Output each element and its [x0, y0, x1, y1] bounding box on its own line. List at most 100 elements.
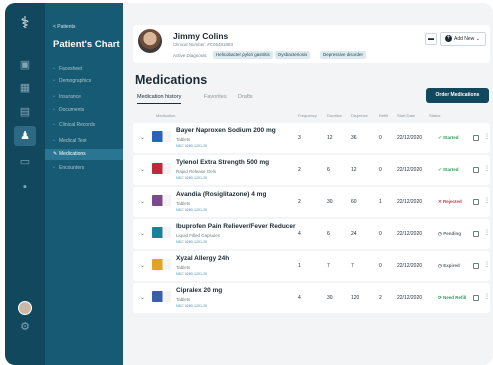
refill-cell: 2	[379, 295, 382, 301]
user-avatar[interactable]	[18, 301, 32, 315]
sidebar-item-insurance[interactable]: ▫ Insurance	[45, 92, 123, 103]
status-label: Expired	[443, 263, 460, 268]
main-content: Jimmy Colins Clinical Number: #C05481883…	[123, 3, 493, 365]
comment-icon[interactable]	[473, 263, 479, 269]
medication-ndc-code[interactable]: NDC 0280-1201-20	[176, 176, 207, 180]
medication-ndc-code[interactable]: NDC 0280-1201-20	[176, 272, 207, 276]
status-icon: ✕	[438, 199, 442, 204]
sidebar-item-demographics[interactable]: ▫ Demographics	[45, 76, 123, 87]
comment-icon[interactable]	[473, 231, 479, 237]
sidebar-item-encounters[interactable]: ▫ Encounters	[45, 163, 123, 174]
medication-name: Tylenol Extra Strength 500 mg	[176, 159, 270, 166]
chevron-down-icon[interactable]: ⌄	[140, 166, 145, 173]
frequency-cell: 4	[298, 231, 301, 237]
status-label: Rejected	[443, 199, 462, 204]
sidebar-item-medications[interactable]: ✎ Medications	[45, 149, 123, 160]
medication-package-image	[152, 163, 171, 174]
duration-cell: 12	[327, 135, 333, 141]
tab-favorites[interactable]: Favorites	[204, 94, 227, 100]
demographics-icon: ▫	[53, 78, 55, 84]
sidebar-item-label: Clinical Records	[59, 122, 96, 128]
comment-icon[interactable]	[473, 199, 479, 205]
rail-files-icon[interactable]: ▪	[17, 179, 33, 195]
dispense-cell: 24	[351, 231, 357, 237]
chat-button[interactable]: ▬	[425, 33, 437, 45]
status-badge: ◷ Expired	[438, 263, 460, 269]
column-header-dispense: Dispense	[351, 113, 368, 118]
medication-name: Ibuprofen Pain Reliever/Fever Reducer	[176, 223, 296, 230]
frequency-cell: 2	[298, 199, 301, 205]
rail-chat-icon[interactable]: ▭	[17, 154, 33, 170]
chevron-down-icon[interactable]: ⌄	[140, 294, 145, 301]
sidebar-item-documents[interactable]: ▫ Documents	[45, 105, 123, 116]
frequency-cell: 4	[298, 295, 301, 301]
table-row[interactable]: ⌄ Xyzal Allergy 24h Tablets NDC 0280-1201-2…	[133, 251, 490, 281]
status-badge: ⟳ Need Refill	[438, 295, 466, 301]
status-badge: ◷ Pending	[438, 231, 461, 237]
column-header-medication: Medication	[156, 113, 176, 118]
chevron-down-icon[interactable]: ⌄	[140, 198, 145, 205]
medication-ndc-code[interactable]: NDC 0280-1201-20	[176, 240, 207, 244]
rail-grid-icon[interactable]: ▦	[17, 80, 33, 96]
add-new-button[interactable]: + Add New ⌄	[440, 32, 486, 46]
back-to-patients-link[interactable]: < Patients	[53, 24, 75, 30]
chevron-down-icon[interactable]: ⌄	[140, 134, 145, 141]
chevron-down-icon[interactable]: ⌄	[140, 230, 145, 237]
rail-dashboard-icon[interactable]: ▣	[17, 57, 33, 73]
medication-ndc-code[interactable]: NDC 0280-1201-20	[176, 208, 207, 212]
dispense-cell: 36	[351, 135, 357, 141]
more-options-icon[interactable]: ⋮	[484, 133, 490, 140]
refill-cell: 0	[379, 231, 382, 237]
tab-drafts[interactable]: Drafts	[238, 94, 253, 100]
sidebar-item-medical-test[interactable]: ▫ Medical Test	[45, 136, 123, 147]
medication-ndc-code[interactable]: NDC 0280-1201-20	[176, 304, 207, 308]
sidebar-item-facesheet[interactable]: ▫ Facesheet	[45, 64, 123, 75]
status-badge: ✓ Started	[438, 135, 459, 141]
table-row[interactable]: ⌄ Avandia (Rosiglitazone) 4 mg Tablets NDC …	[133, 187, 490, 217]
rail-calendar-icon[interactable]: ▤	[17, 104, 33, 120]
caduceus-logo-icon: ⚕	[20, 15, 30, 32]
chevron-down-icon: ⌄	[475, 36, 480, 42]
more-options-icon[interactable]: ⋮	[484, 229, 490, 236]
frequency-cell: 2	[298, 167, 301, 173]
column-header-refill: Refill	[379, 113, 388, 118]
medication-name: Cipralex 20 mg	[176, 287, 223, 294]
order-medications-button[interactable]: Order Medications	[426, 88, 489, 103]
duration-cell: 7	[327, 263, 330, 269]
refill-cell: 1	[379, 199, 382, 205]
sidebar-title: Patient's Chart	[53, 39, 120, 50]
duration-cell: 6	[327, 167, 330, 173]
column-header-start-date: Start Date	[397, 113, 416, 118]
settings-gear-icon[interactable]: ⚙	[17, 319, 33, 335]
table-row[interactable]: ⌄ Bayer Naproxen Sodium 200 mg Tablets NDC …	[133, 123, 490, 153]
sidebar-item-clinical-records[interactable]: ▫ Clinical Records	[45, 120, 123, 131]
facesheet-icon: ▫	[53, 66, 55, 72]
start-date-cell: 22/12/2020	[397, 295, 423, 301]
status-badge: ✓ Started	[438, 167, 459, 173]
medication-form: Rapid Release Gels	[176, 169, 217, 174]
page-title: Medications	[135, 73, 208, 87]
rail-patients-icon[interactable]: ♟	[14, 126, 36, 146]
tab-medication-history[interactable]: Medication history	[137, 94, 182, 104]
table-header: Medication Frequency Duration Dispense R…	[133, 113, 490, 123]
start-date-cell: 22/12/2020	[397, 231, 423, 237]
table-row[interactable]: ⌄ Cipralex 20 mg Tablets NDC 0280-1201-20 4 3…	[133, 283, 490, 313]
table-row[interactable]: ⌄ Tylenol Extra Strength 500 mg Rapid Rele…	[133, 155, 490, 185]
more-options-icon[interactable]: ⋮	[484, 165, 490, 172]
medication-ndc-code[interactable]: NDC 0280-1201-20	[176, 144, 207, 148]
icon-rail: ⚕ ▣ ▦ ▤ ♟ ▭ ▪ ⚙	[5, 3, 45, 365]
more-options-icon[interactable]: ⋮	[484, 197, 490, 204]
status-icon: ✓	[438, 135, 442, 140]
table-row[interactable]: ⌄ Ibuprofen Pain Reliever/Fever Reducer Li…	[133, 219, 490, 249]
more-options-icon[interactable]: ⋮	[484, 293, 490, 300]
medication-name: Avandia (Rosiglitazone) 4 mg	[176, 191, 267, 198]
comment-icon[interactable]	[473, 167, 479, 173]
comment-icon[interactable]	[473, 135, 479, 141]
plus-icon: +	[445, 35, 452, 43]
duration-cell: 30	[327, 295, 333, 301]
more-options-icon[interactable]: ⋮	[484, 261, 490, 268]
comment-icon[interactable]	[473, 295, 479, 301]
medication-package-image	[152, 227, 171, 238]
clinical-number: Clinical Number: #C05481883	[173, 42, 234, 47]
chevron-down-icon[interactable]: ⌄	[140, 262, 145, 269]
